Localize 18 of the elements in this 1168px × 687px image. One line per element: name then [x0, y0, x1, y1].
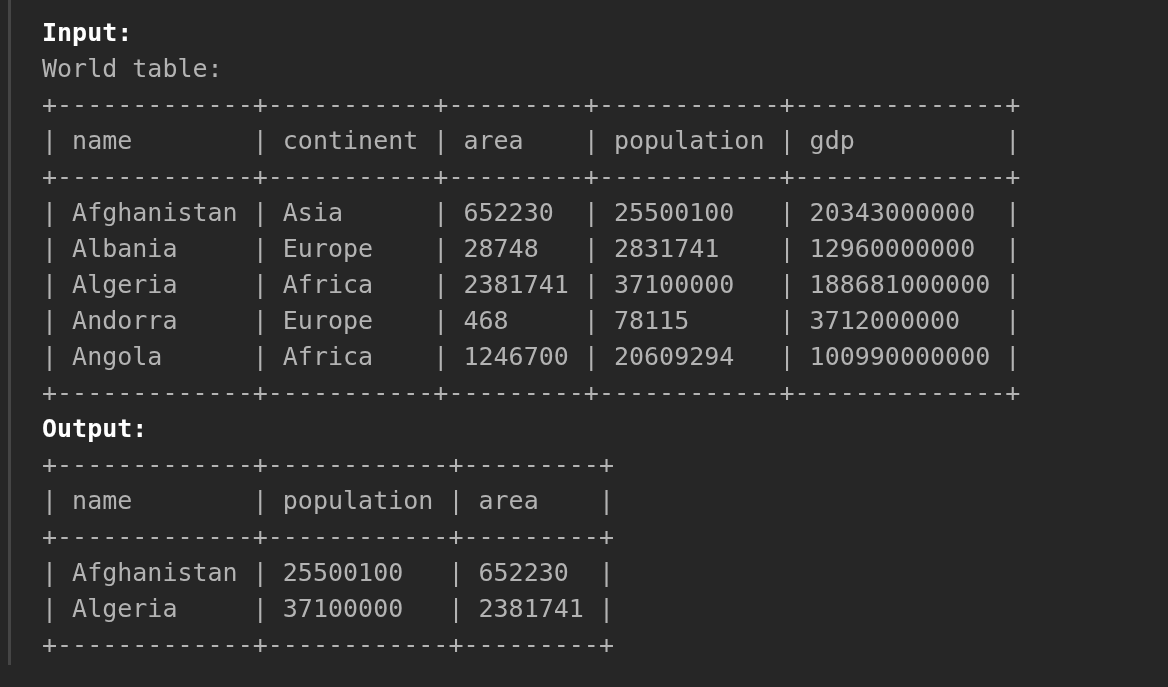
code-line: +-------------+------------+---------+	[42, 521, 614, 553]
code-line: +-------------+-----------+---------+------------+--------------+	[42, 89, 1021, 121]
code-line: | Algeria | Africa | 2381741 | 37100000 | 188681000000 |	[42, 269, 1021, 301]
code-line: World table:	[42, 53, 223, 85]
code-line: +-------------+------------+---------+	[42, 449, 614, 481]
code-line: | Algeria | 37100000 | 2381741 |	[42, 593, 614, 625]
section-heading: Input:	[42, 17, 133, 49]
code-line: +-------------+-----------+---------+------------+--------------+	[42, 161, 1021, 193]
code-line: | Andorra | Europe | 468 | 78115 | 3712000000 |	[42, 305, 1021, 337]
section-heading: Output:	[42, 413, 148, 445]
code-line: | name | population | area |	[42, 485, 614, 517]
code-line: | Angola | Africa | 1246700 | 20609294 | 100990000000 |	[42, 341, 1021, 373]
code-line: | Afghanistan | 25500100 | 652230 |	[42, 557, 614, 589]
code-line: | Albania | Europe | 28748 | 2831741 | 12960000000 |	[42, 233, 1021, 265]
code-line: | Afghanistan | Asia | 652230 | 25500100 | 20343000000 |	[42, 197, 1021, 229]
code-line: +-------------+-----------+---------+------------+--------------+	[42, 377, 1021, 409]
code-line: | name | continent | area | population | gdp |	[42, 125, 1021, 157]
code-line: +-------------+------------+---------+	[42, 629, 614, 661]
